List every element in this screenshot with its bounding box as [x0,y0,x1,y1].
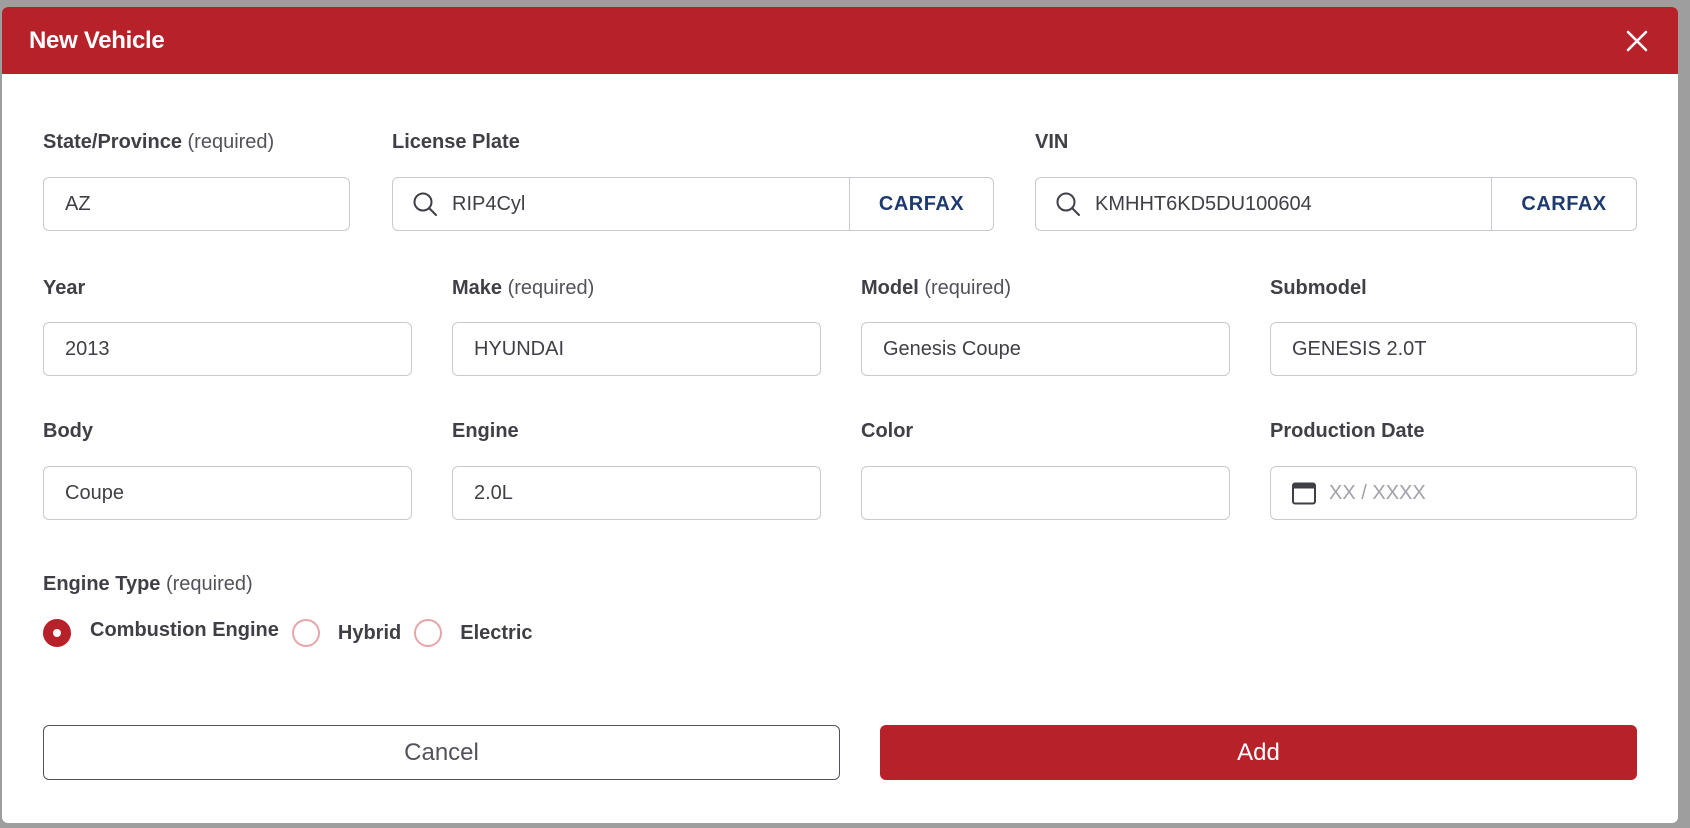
carfax-vin-button[interactable]: CARFAX [1491,178,1636,230]
radio-hybrid[interactable]: Hybrid [291,619,402,647]
calendar-icon [1292,482,1316,505]
license-plate-input[interactable]: RIP4Cyl [438,193,849,216]
dialog-header: New Vehicle [2,7,1678,74]
model-value: Genesis Coupe [883,337,1021,360]
year-input[interactable]: 2013 [43,322,412,376]
production-date-placeholder: XX / XXXX [1329,481,1426,504]
make-input[interactable]: HYUNDAI [452,322,821,376]
cancel-button[interactable]: Cancel [43,725,840,780]
submodel-label: Submodel [1270,277,1367,299]
state-input[interactable]: AZ [43,177,350,231]
radio-label-hybrid: Hybrid [337,621,402,644]
submodel-input[interactable]: GENESIS 2.0T [1270,322,1637,376]
engine-type-label: Engine Type (required) [43,573,253,595]
carfax-plate-button[interactable]: CARFAX [849,178,993,230]
dialog-title: New Vehicle [29,26,165,54]
year-value: 2013 [65,337,110,360]
radio-electric[interactable]: Electric [414,619,533,647]
body-label: Body [43,420,93,442]
engine-value: 2.0L [474,481,513,504]
close-button[interactable] [1620,24,1654,58]
new-vehicle-dialog: New Vehicle State/Province (required) AZ… [2,7,1678,823]
radio-checked-icon [43,619,71,647]
engine-input[interactable]: 2.0L [452,466,821,520]
search-icon [413,192,437,216]
radio-unchecked-icon [414,619,443,647]
license-plate-field: RIP4Cyl CARFAX [392,177,994,231]
body-input[interactable]: Coupe [43,466,412,520]
close-icon [1626,30,1648,51]
radio-unchecked-icon [291,619,320,647]
vin-label: VIN [1035,131,1069,153]
model-input[interactable]: Genesis Coupe [861,322,1230,376]
radio-combustion-engine[interactable]: Combustion Engine [43,619,279,647]
radio-label-electric: Electric [460,621,533,644]
model-label: Model (required) [861,277,1012,299]
make-value: HYUNDAI [474,337,565,360]
engine-type-radio-group: Combustion Engine Hybrid Electric [43,619,533,647]
production-date-input[interactable]: XX / XXXX [1270,466,1637,520]
production-date-label: Production Date [1270,420,1425,442]
year-label: Year [43,277,86,299]
vin-field: KMHHT6KD5DU100604 CARFAX [1035,177,1637,231]
state-label: State/Province (required) [43,131,275,153]
radio-label-combustion: Combustion Engine [90,618,279,641]
color-input[interactable] [861,466,1230,520]
make-label: Make (required) [452,277,595,299]
license-plate-label: License Plate [392,131,520,153]
state-value: AZ [65,192,91,215]
add-button[interactable]: Add [880,725,1637,780]
vin-input[interactable]: KMHHT6KD5DU100604 [1081,193,1491,216]
submodel-value: GENESIS 2.0T [1292,337,1427,360]
color-label: Color [861,420,914,442]
body-value: Coupe [65,481,124,504]
search-icon [1056,192,1080,216]
engine-label: Engine [452,420,519,442]
